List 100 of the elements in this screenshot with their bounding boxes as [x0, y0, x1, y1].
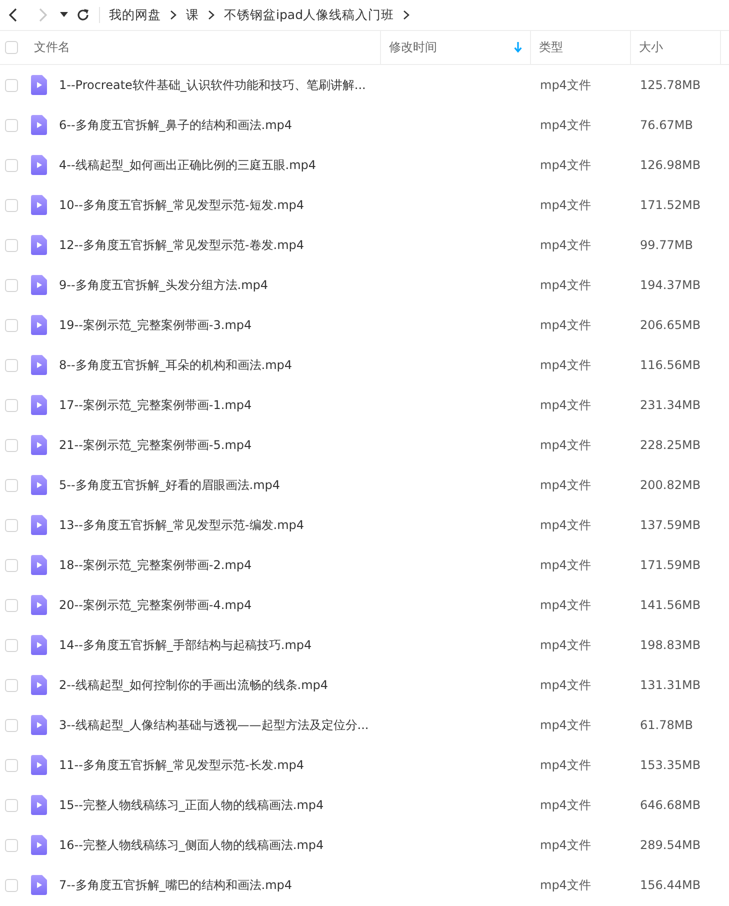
video-file-icon	[31, 555, 47, 575]
select-all-checkbox[interactable]	[5, 41, 18, 54]
dropdown-icon[interactable]	[60, 12, 68, 18]
row-checkbox[interactable]	[5, 78, 18, 92]
row-checkbox[interactable]	[5, 438, 18, 452]
row-checkbox[interactable]	[5, 358, 18, 372]
file-size: 153.35MB	[639, 758, 701, 772]
video-file-icon	[31, 595, 47, 615]
breadcrumb-item[interactable]: 课	[186, 6, 199, 24]
row-checkbox[interactable]	[5, 478, 18, 492]
sort-arrow-icon[interactable]	[514, 42, 522, 53]
file-name[interactable]: 10--多角度五官拆解_常见发型示范-短发.mp4	[59, 196, 304, 214]
file-type: mp4文件	[539, 276, 591, 294]
file-name[interactable]: 9--多角度五官拆解_头发分组方法.mp4	[59, 276, 268, 294]
file-name[interactable]: 17--案例示范_完整案例带画-1.mp4	[59, 396, 252, 414]
file-name[interactable]: 11--多角度五官拆解_常见发型示范-长发.mp4	[59, 756, 304, 774]
row-checkbox[interactable]	[5, 678, 18, 692]
video-file-icon	[31, 835, 47, 855]
row-checkbox[interactable]	[5, 278, 18, 292]
file-size: 131.31MB	[639, 678, 701, 692]
file-name[interactable]: 12--多角度五官拆解_常见发型示范-卷发.mp4	[59, 236, 304, 254]
row-checkbox[interactable]	[5, 798, 18, 812]
file-size: 61.78MB	[639, 718, 693, 732]
file-size: 137.59MB	[639, 518, 701, 532]
row-checkbox[interactable]	[5, 158, 18, 172]
chevron-right-icon	[403, 10, 410, 20]
file-type: mp4文件	[539, 356, 591, 374]
file-name[interactable]: 18--案例示范_完整案例带画-2.mp4	[59, 556, 252, 574]
file-name[interactable]: 14--多角度五官拆解_手部结构与起稿技巧.mp4	[59, 636, 312, 654]
file-type: mp4文件	[539, 236, 591, 254]
file-type: mp4文件	[539, 316, 591, 334]
video-file-icon	[31, 155, 47, 175]
file-name[interactable]: 3--线稿起型_人像结构基础与透视——起型方法及定位分...	[59, 716, 369, 734]
file-type: mp4文件	[539, 396, 591, 414]
file-type: mp4文件	[539, 716, 591, 734]
row-checkbox[interactable]	[5, 518, 18, 532]
row-checkbox[interactable]	[5, 878, 18, 892]
breadcrumb-item[interactable]: 不锈钢盆ipad人像线稿入门班	[224, 6, 394, 24]
row-checkbox[interactable]	[5, 118, 18, 132]
file-type: mp4文件	[539, 556, 591, 574]
file-name[interactable]: 8--多角度五官拆解_耳朵的机构和画法.mp4	[59, 356, 292, 374]
file-type: mp4文件	[539, 756, 591, 774]
row-checkbox[interactable]	[5, 638, 18, 652]
video-file-icon	[31, 635, 47, 655]
chevron-right-icon	[170, 10, 177, 20]
file-size: 228.25MB	[639, 438, 701, 452]
column-header[interactable]: 类型	[539, 39, 563, 56]
chevron-right-icon	[208, 10, 215, 20]
file-size: 646.68MB	[639, 798, 701, 812]
row-checkbox[interactable]	[5, 558, 18, 572]
row-checkbox[interactable]	[5, 318, 18, 332]
video-file-icon	[31, 75, 47, 95]
file-type: mp4文件	[539, 476, 591, 494]
file-type: mp4文件	[539, 76, 591, 94]
row-checkbox[interactable]	[5, 718, 18, 732]
row-checkbox[interactable]	[5, 238, 18, 252]
file-size: 206.65MB	[639, 318, 701, 332]
file-name[interactable]: 15--完整人物线稿练习_正面人物的线稿画法.mp4	[59, 796, 324, 814]
column-header[interactable]: 文件名	[34, 39, 70, 56]
file-size: 194.37MB	[639, 278, 701, 292]
row-checkbox[interactable]	[5, 598, 18, 612]
file-name[interactable]: 19--案例示范_完整案例带画-3.mp4	[59, 316, 252, 334]
video-file-icon	[31, 515, 47, 535]
file-name[interactable]: 6--多角度五官拆解_鼻子的结构和画法.mp4	[59, 116, 292, 134]
file-name[interactable]: 20--案例示范_完整案例带画-4.mp4	[59, 596, 252, 614]
file-name[interactable]: 7--多角度五官拆解_嘴巴的结构和画法.mp4	[59, 876, 292, 894]
file-name[interactable]: 2--线稿起型_如何控制你的手画出流畅的线条.mp4	[59, 676, 328, 694]
row-checkbox[interactable]	[5, 398, 18, 412]
file-size: 231.34MB	[639, 398, 701, 412]
file-type: mp4文件	[539, 796, 591, 814]
file-name[interactable]: 4--线稿起型_如何画出正确比例的三庭五眼.mp4	[59, 156, 316, 174]
file-size: 198.83MB	[639, 638, 701, 652]
file-type: mp4文件	[539, 156, 591, 174]
file-type: mp4文件	[539, 876, 591, 894]
column-header[interactable]: 大小	[639, 39, 663, 56]
row-checkbox[interactable]	[5, 198, 18, 212]
video-file-icon	[31, 395, 47, 415]
file-name[interactable]: 1--Procreate软件基础_认识软件功能和技巧、笔刷讲解...	[59, 76, 366, 94]
row-checkbox[interactable]	[5, 838, 18, 852]
video-file-icon	[31, 715, 47, 735]
video-file-icon	[31, 115, 47, 135]
file-size: 126.98MB	[639, 158, 701, 172]
file-name[interactable]: 16--完整人物线稿练习_侧面人物的线稿画法.mp4	[59, 836, 324, 854]
refresh-icon[interactable]	[76, 8, 90, 22]
file-size: 76.67MB	[639, 118, 693, 132]
file-size: 141.56MB	[639, 598, 701, 612]
column-header[interactable]: 修改时间	[389, 39, 437, 56]
file-name[interactable]: 13--多角度五官拆解_常见发型示范-编发.mp4	[59, 516, 304, 534]
row-checkbox[interactable]	[5, 758, 18, 772]
file-size: 289.54MB	[639, 838, 701, 852]
file-type: mp4文件	[539, 636, 591, 654]
file-name[interactable]: 21--案例示范_完整案例带画-5.mp4	[59, 436, 252, 454]
file-type: mp4文件	[539, 836, 591, 854]
video-file-icon	[31, 235, 47, 255]
file-type: mp4文件	[539, 196, 591, 214]
file-name[interactable]: 5--多角度五官拆解_好看的眉眼画法.mp4	[59, 476, 280, 494]
file-size: 156.44MB	[639, 878, 701, 892]
breadcrumb-item[interactable]: 我的网盘	[109, 6, 161, 24]
video-file-icon	[31, 435, 47, 455]
file-size: 99.77MB	[639, 238, 693, 252]
